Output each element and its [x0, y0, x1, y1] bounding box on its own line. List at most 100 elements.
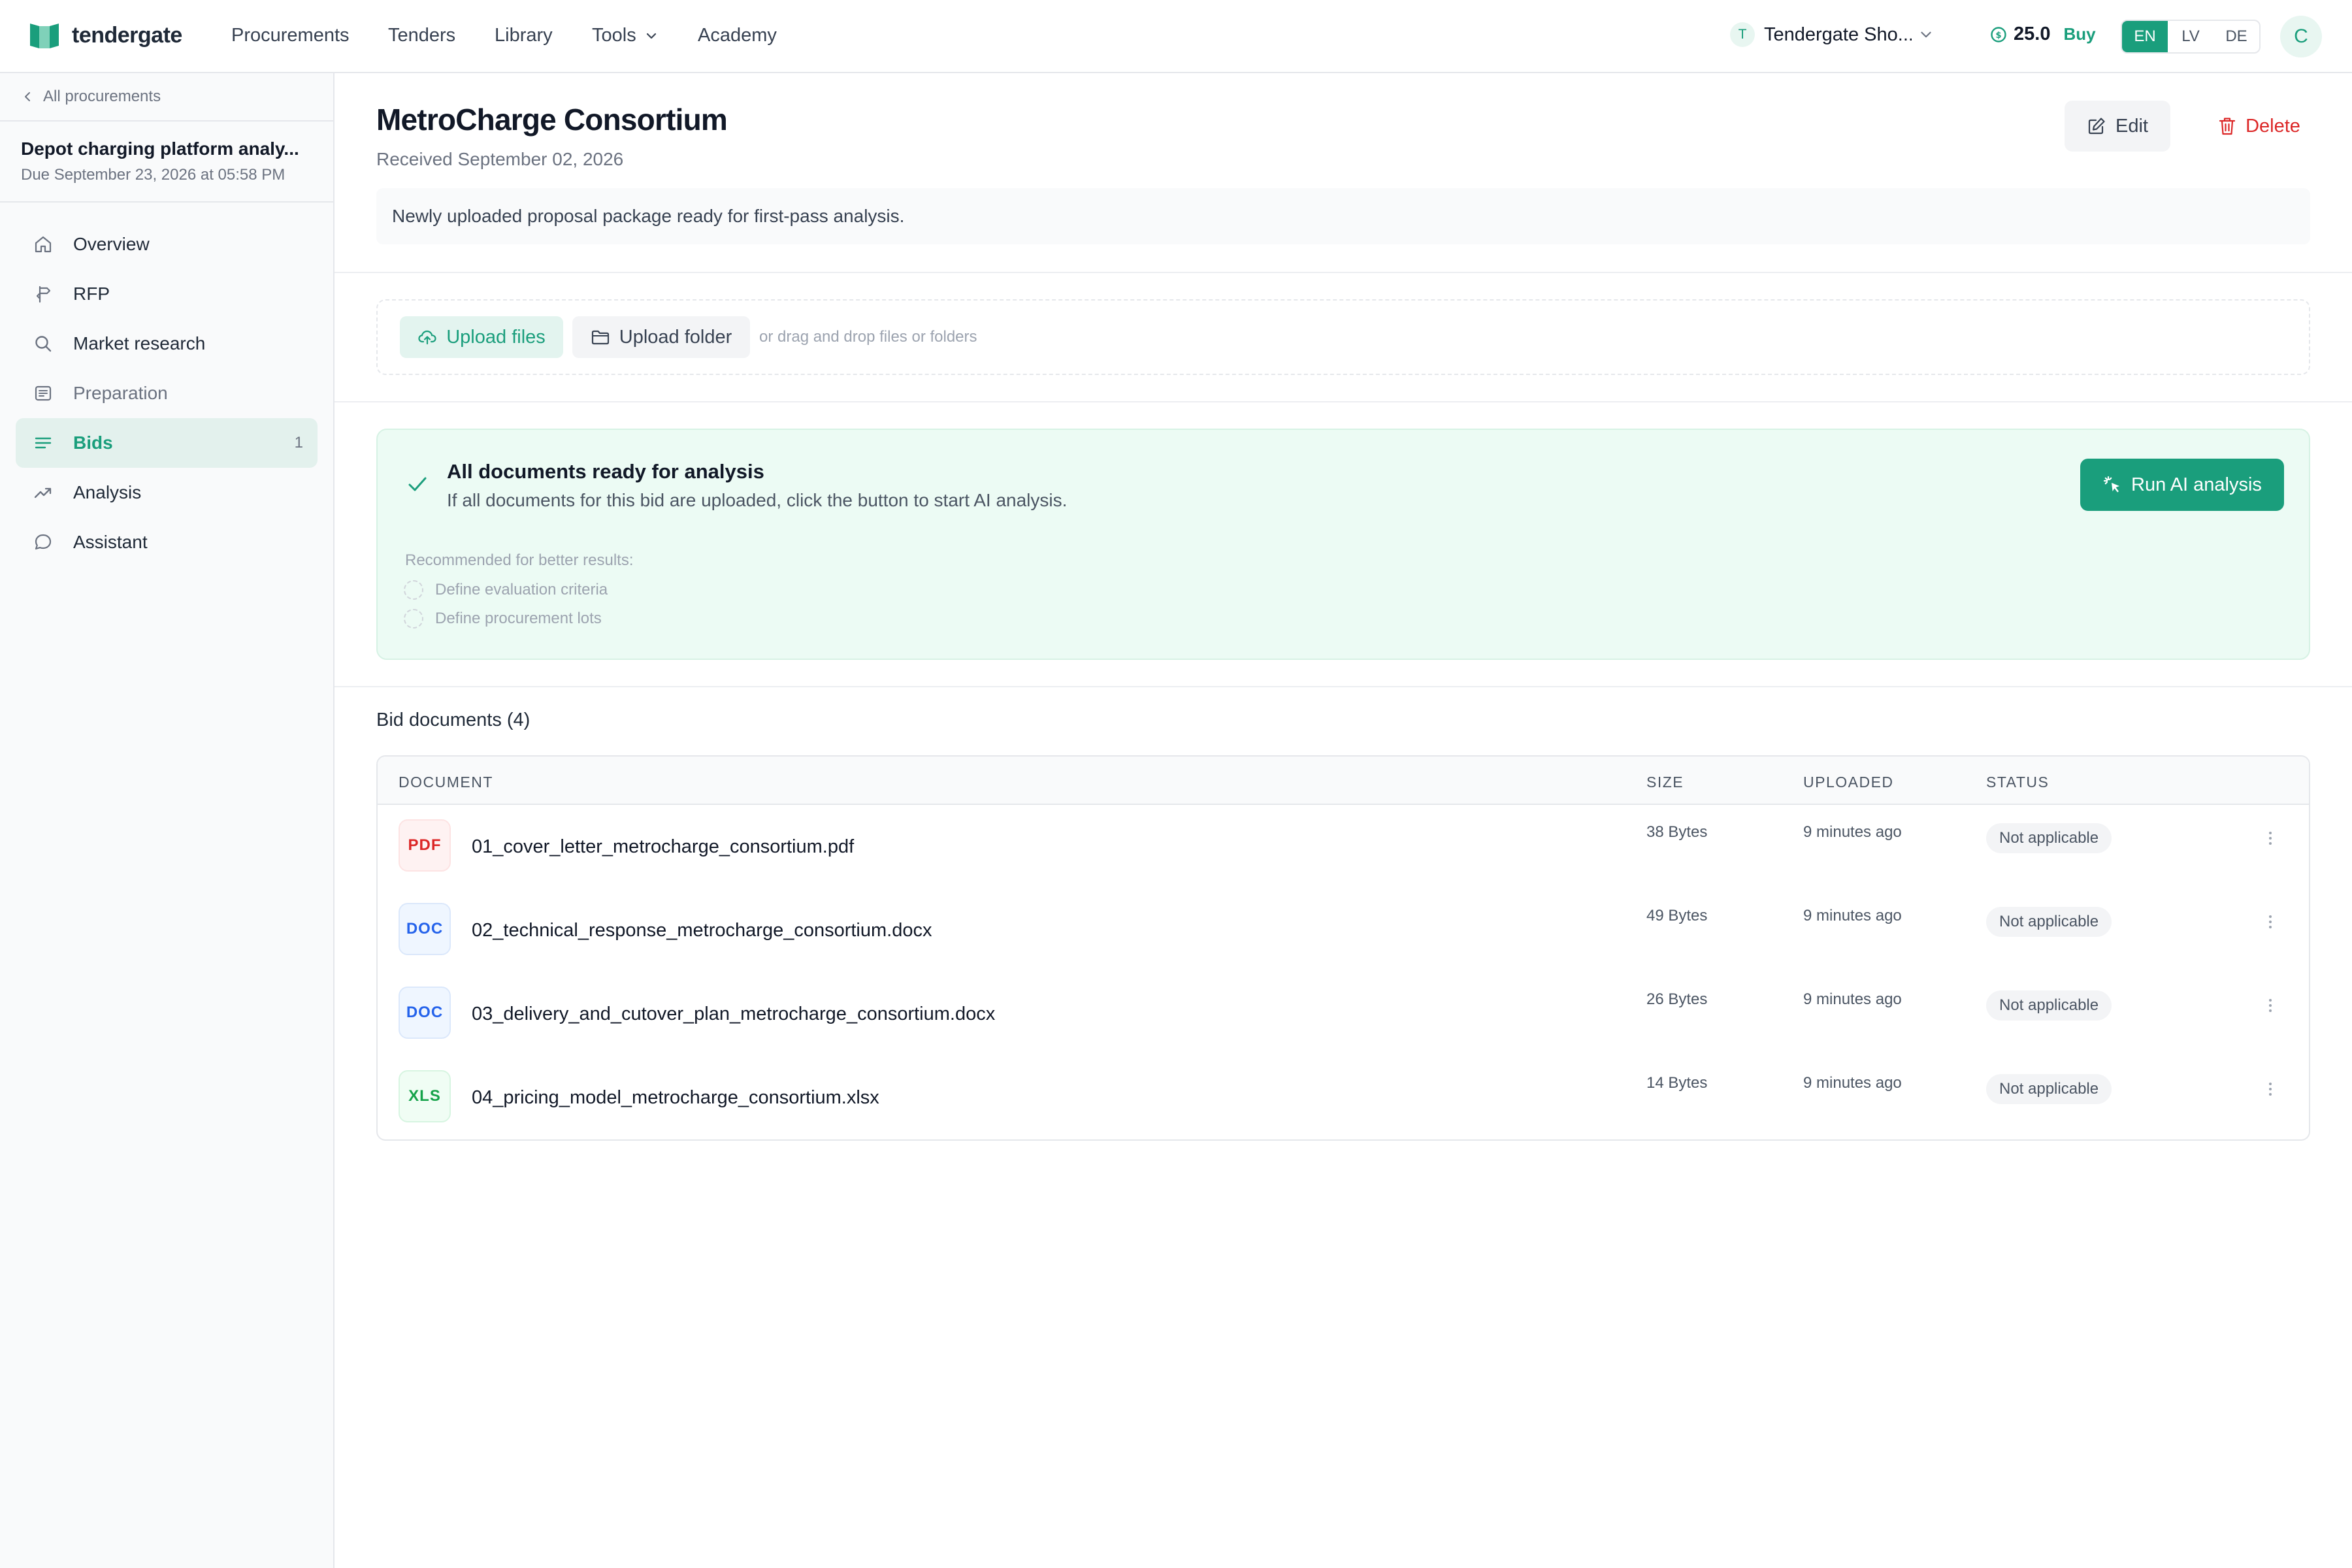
more-vertical-icon[interactable]	[2261, 828, 2280, 848]
delete-button[interactable]: Delete	[2195, 101, 2323, 152]
nav-tenders[interactable]: Tenders	[388, 25, 455, 46]
document-name[interactable]: 01_cover_letter_metrocharge_consortium.p…	[472, 836, 854, 858]
recommendation-item[interactable]: Define evaluation criteria	[404, 580, 608, 600]
sidebar-item-label: RFP	[73, 284, 110, 304]
run-ai-analysis-label: Run AI analysis	[2131, 474, 2262, 495]
sparkle-pointer-icon	[2103, 476, 2120, 493]
section-divider	[335, 272, 2352, 273]
table-header: DOCUMENT SIZE UPLOADED STATUS	[378, 757, 2309, 805]
upload-folder-button[interactable]: Upload folder	[572, 316, 750, 358]
edit-button-label: Edit	[2115, 115, 2148, 137]
document-size: 14 Bytes	[1646, 1074, 1708, 1092]
sidebar-item-label: Bids	[73, 433, 113, 453]
sidebar-item-market-research[interactable]: Market research	[16, 319, 318, 368]
nav-academy[interactable]: Academy	[698, 25, 777, 46]
bid-documents-table: DOCUMENT SIZE UPLOADED STATUS PDF 01_cov…	[376, 755, 2310, 1141]
sidebar-item-overview[interactable]: Overview	[16, 220, 318, 269]
nav-procurements[interactable]: Procurements	[231, 25, 350, 46]
sidebar-item-label: Analysis	[73, 482, 142, 502]
nav-library[interactable]: Library	[495, 25, 553, 46]
pencil-icon	[2088, 118, 2105, 135]
language-lv-button[interactable]: LV	[2168, 21, 2213, 52]
buy-credits-link[interactable]: Buy	[2063, 24, 2095, 44]
document-size: 49 Bytes	[1646, 907, 1708, 924]
cloud-upload-icon	[418, 330, 436, 345]
run-ai-analysis-button[interactable]: Run AI analysis	[2080, 459, 2284, 511]
trend-up-icon	[33, 482, 54, 503]
folder-icon	[591, 330, 609, 345]
organization-switcher[interactable]: T Tendergate Sho...	[1730, 22, 1934, 47]
tendergate-logo-icon	[30, 24, 59, 48]
org-avatar: T	[1730, 22, 1755, 47]
document-size: 26 Bytes	[1646, 990, 1708, 1008]
section-divider	[335, 401, 2352, 402]
upload-dropzone[interactable]: Upload files Upload folder or drag and d…	[376, 299, 2310, 375]
chevron-down-icon	[646, 33, 656, 39]
upload-files-button[interactable]: Upload files	[400, 316, 563, 358]
document-name[interactable]: 02_technical_response_metrocharge_consor…	[472, 920, 932, 941]
table-row[interactable]: DOC 03_delivery_and_cutover_plan_metroch…	[378, 972, 2309, 1056]
status-badge: Not applicable	[1986, 823, 2112, 853]
signpost-icon	[33, 284, 54, 304]
table-row[interactable]: XLS 04_pricing_model_metrocharge_consort…	[378, 1056, 2309, 1139]
ready-title: All documents ready for analysis	[447, 460, 764, 483]
doc-file-icon: DOC	[399, 903, 451, 955]
language-en-button[interactable]: EN	[2122, 21, 2168, 52]
language-switcher: EN LV DE	[2121, 20, 2261, 54]
more-vertical-icon[interactable]	[2261, 1079, 2280, 1099]
chevron-left-icon	[25, 92, 30, 101]
svg-text:$: $	[1995, 31, 2001, 41]
language-de-button[interactable]: DE	[2213, 21, 2259, 52]
recommendation-item[interactable]: Define procurement lots	[404, 609, 602, 629]
trash-icon	[2219, 118, 2236, 135]
sidebar-divider	[0, 201, 333, 203]
sidebar-item-bids[interactable]: Bids 1	[16, 418, 318, 468]
doc-file-icon: DOC	[399, 987, 451, 1039]
document-size: 38 Bytes	[1646, 823, 1708, 841]
table-row[interactable]: PDF 01_cover_letter_metrocharge_consorti…	[378, 805, 2309, 889]
search-icon	[33, 333, 54, 354]
ready-subtitle: If all documents for this bid are upload…	[447, 490, 1068, 510]
more-vertical-icon[interactable]	[2261, 912, 2280, 932]
sidebar-item-preparation[interactable]: Preparation	[16, 368, 318, 418]
status-badge: Not applicable	[1986, 1074, 2112, 1104]
pdf-file-icon: PDF	[399, 819, 451, 872]
all-procurements-link[interactable]: All procurements	[22, 88, 161, 106]
bid-description: Newly uploaded proposal package ready fo…	[376, 188, 2310, 244]
coin-icon: $	[1991, 26, 2006, 42]
user-avatar[interactable]: C	[2280, 16, 2322, 57]
home-icon	[33, 234, 54, 255]
sidebar-item-label: Overview	[73, 234, 150, 254]
edit-button[interactable]: Edit	[2065, 101, 2170, 152]
sidebar-item-label: Preparation	[73, 383, 168, 403]
document-uploaded: 9 minutes ago	[1803, 823, 1902, 841]
list-icon	[33, 433, 54, 453]
sidebar-item-label: Assistant	[73, 532, 148, 552]
column-header-uploaded: UPLOADED	[1803, 774, 1894, 791]
bids-count-badge: 1	[294, 434, 303, 451]
table-row[interactable]: DOC 02_technical_response_metrocharge_co…	[378, 889, 2309, 972]
delete-button-label: Delete	[2246, 115, 2300, 137]
procurement-sidebar: All procurements Depot charging platform…	[0, 73, 335, 1568]
pending-circle-icon	[404, 609, 423, 629]
sidebar-item-analysis[interactable]: Analysis	[16, 468, 318, 517]
chat-bubble-icon	[33, 532, 54, 553]
nav-tools[interactable]: Tools	[592, 25, 659, 46]
more-vertical-icon[interactable]	[2261, 996, 2280, 1015]
recommendation-label: Define evaluation criteria	[435, 581, 608, 598]
column-header-document: DOCUMENT	[399, 774, 493, 791]
document-name[interactable]: 04_pricing_model_metrocharge_consortium.…	[472, 1087, 879, 1109]
sidebar-item-assistant[interactable]: Assistant	[16, 517, 318, 567]
document-uploaded: 9 minutes ago	[1803, 1074, 1902, 1092]
recommended-label: Recommended for better results:	[405, 551, 634, 569]
credits-value: 25.0	[2014, 24, 2051, 44]
sidebar-item-label: Market research	[73, 333, 206, 353]
upload-files-label: Upload files	[446, 326, 546, 348]
document-uploaded: 9 minutes ago	[1803, 990, 1902, 1008]
brand-logo[interactable]: tendergate	[30, 22, 182, 48]
sidebar-divider	[0, 120, 333, 122]
upload-folder-label: Upload folder	[619, 326, 732, 348]
document-name[interactable]: 03_delivery_and_cutover_plan_metrocharge…	[472, 1004, 995, 1025]
sidebar-item-rfp[interactable]: RFP	[16, 269, 318, 319]
nav-tools-label: Tools	[592, 25, 636, 46]
